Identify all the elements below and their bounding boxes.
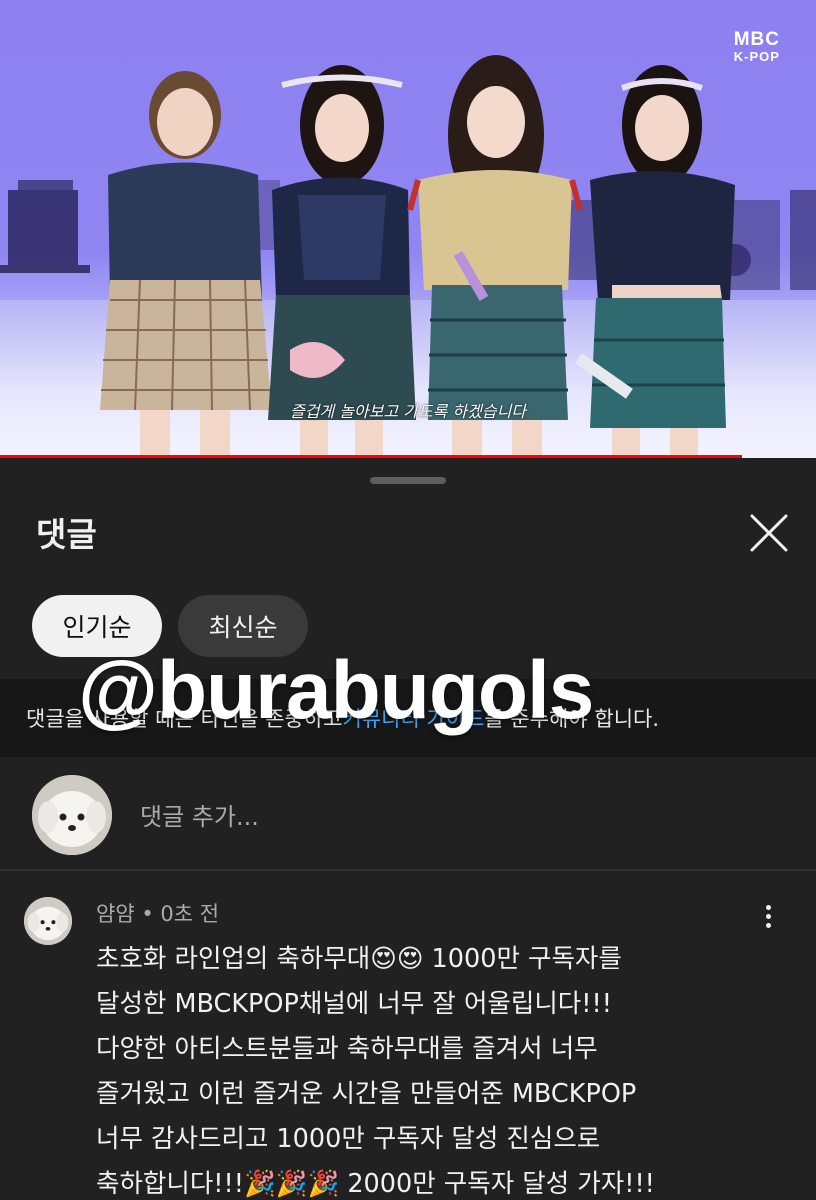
add-comment-row[interactable]: 댓글 추가... (0, 757, 816, 869)
comment-author-avatar[interactable] (24, 897, 72, 945)
close-button[interactable] (746, 510, 792, 556)
watermark-text: @burabugols (78, 645, 594, 736)
comment-line: 축하합니다!!!🎉🎉🎉 2000만 구독자 달성 가자!!! (96, 1169, 655, 1199)
logo-line-1: MBC (733, 29, 780, 50)
comment-text: 초호화 라인업의 축하무대😍😍 1000만 구독자를 달성한 MBCKPOP채널… (96, 937, 796, 1200)
logo-line-2: K-POP (733, 49, 780, 64)
drag-handle[interactable] (370, 477, 446, 484)
video-subtitle: 즐겁게 놀아보고 가도록 하겠습니다 (289, 402, 527, 421)
comment-line: 다양한 아티스트분들과 축하무대를 즐겨서 너무 (96, 1034, 598, 1064)
comment-line: 초호화 라인업의 축하무대😍😍 1000만 구독자를 (96, 944, 622, 974)
comment-line: 즐거웠고 이런 즐거운 시간을 만들어준 MBCKPOP (96, 1079, 637, 1109)
dog-avatar-icon (32, 775, 112, 855)
comments-panel: 댓글 인기순 최신순 댓글을 사용할 때는 타인을 존중하고 커뮤니티 가이드 … (0, 458, 816, 1200)
more-vert-icon (756, 905, 780, 928)
add-comment-input[interactable]: 댓글 추가... (140, 797, 259, 832)
comment-line: 달성한 MBCKPOP채널에 너무 잘 어울립니다!!! (96, 989, 612, 1019)
video-player[interactable]: MBC K-POP 즐겁게 놀아보고 가도록 하겠습니다 (0, 0, 816, 458)
panel-title: 댓글 (36, 515, 97, 554)
user-avatar[interactable] (32, 775, 112, 855)
comment-line: 너무 감사드리고 1000만 구독자 달성 진심으로 (96, 1124, 601, 1154)
close-icon (750, 514, 788, 552)
meta-separator: • (141, 902, 154, 926)
dog-avatar-icon (24, 897, 72, 945)
comment-author[interactable]: 얌얌 (96, 902, 135, 926)
comment-more-button[interactable] (756, 905, 780, 935)
comment-meta: 얌얌 • 0초 전 (96, 898, 219, 928)
performers-illustration (100, 55, 735, 458)
channel-logo: MBC K-POP (734, 30, 780, 63)
comment-timestamp: 0초 전 (160, 902, 220, 926)
comment-item: 얌얌 • 0초 전 초호화 라인업의 축하무대😍😍 1000만 구독자를 달성한… (0, 871, 816, 1200)
